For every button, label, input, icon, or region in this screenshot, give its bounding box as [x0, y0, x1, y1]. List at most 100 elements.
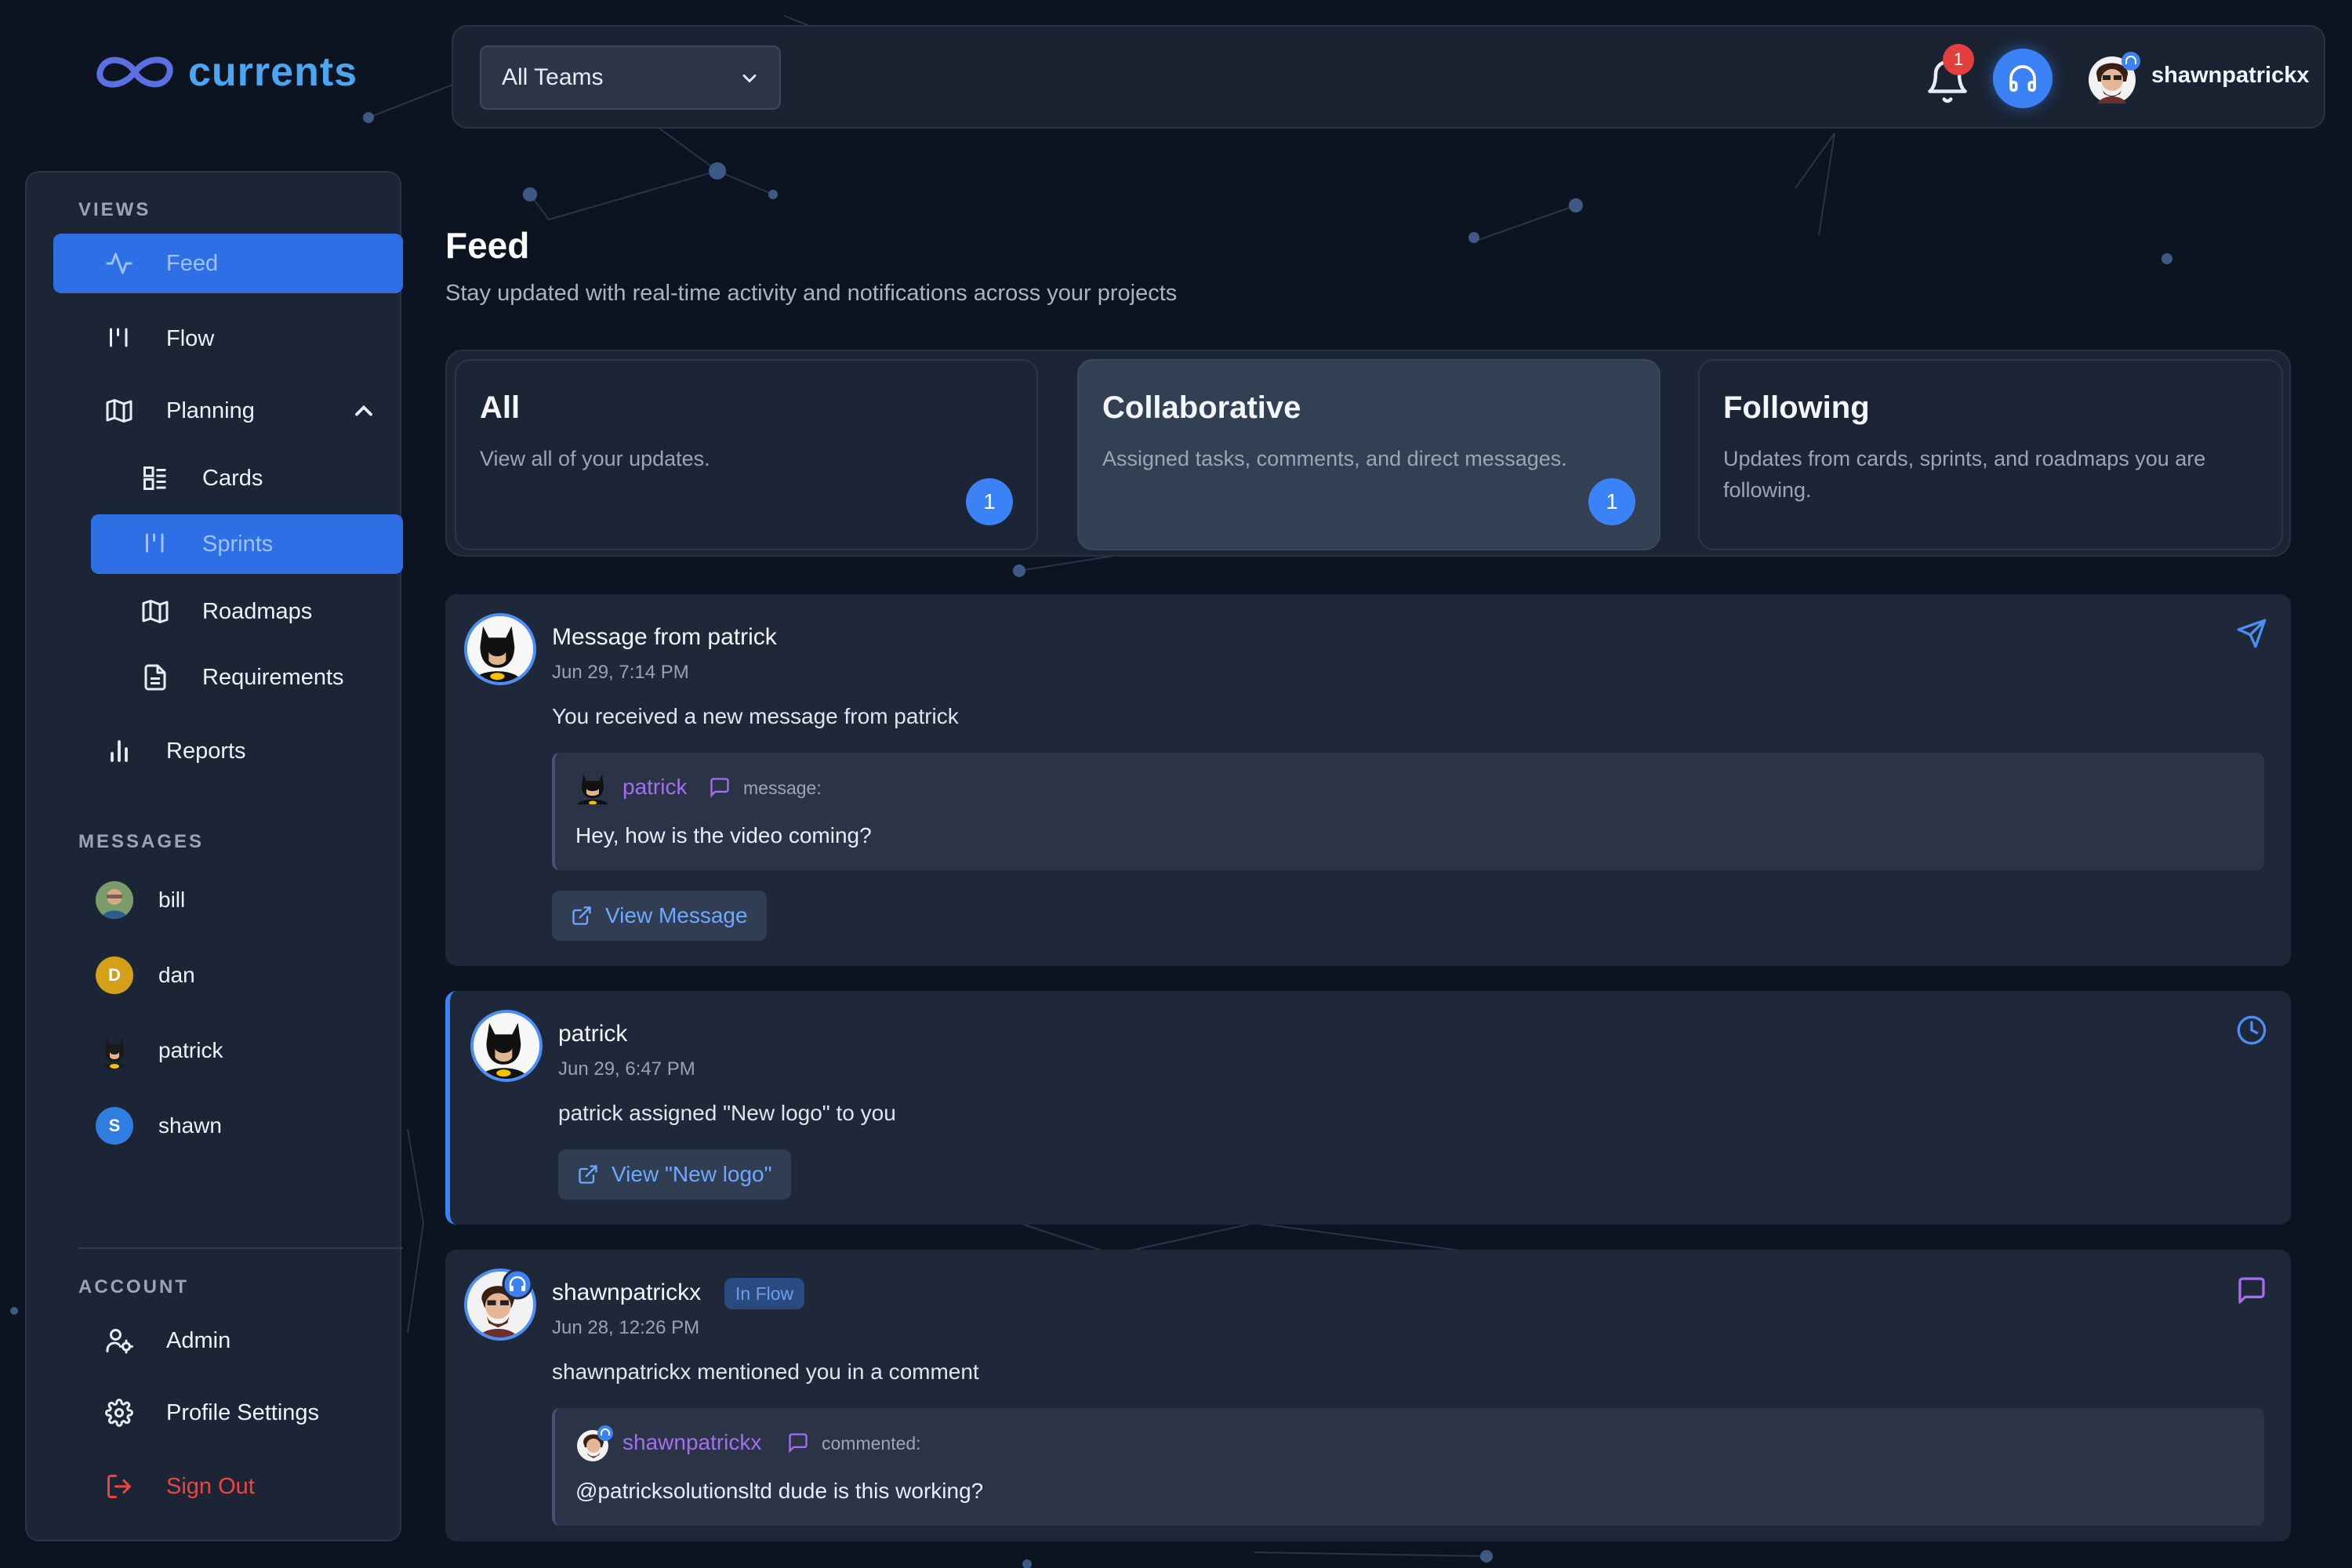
chevron-down-icon — [742, 74, 757, 83]
headphones-icon — [502, 1269, 533, 1300]
document-icon — [140, 662, 171, 693]
bar-chart-icon — [103, 735, 135, 767]
sidebar-item-label: Flow — [166, 325, 215, 351]
map-icon — [103, 395, 135, 426]
sidebar-item-label: Admin — [166, 1327, 231, 1353]
sidebar-item-profile-settings[interactable]: Profile Settings — [53, 1383, 403, 1443]
comment-quote: shawnpatrickx commented: @patricksolutio… — [552, 1408, 2264, 1526]
notification-badge: 1 — [1943, 44, 1974, 75]
message-contact-name: bill — [158, 887, 186, 912]
filter-title: Following — [1723, 390, 1870, 425]
sidebar-item-label: Roadmaps — [202, 598, 313, 624]
top-bar: All Teams 1 shawnpatrickx — [452, 25, 2325, 129]
currents-logo-icon — [96, 56, 173, 88]
feed-item[interactable]: shawnpatrickx In Flow Jun 28, 12:26 PM s… — [445, 1250, 2291, 1541]
comment-icon — [789, 1433, 808, 1454]
action-label: View "New logo" — [612, 1162, 772, 1186]
count-badge: 1 — [1588, 478, 1635, 525]
user-gear-icon — [103, 1325, 135, 1356]
external-link-icon — [579, 1165, 597, 1184]
feed-item-title: shawnpatrickx — [552, 1279, 702, 1305]
avatar: S — [96, 1107, 133, 1145]
filter-card-collaborative[interactable]: Collaborative Assigned tasks, comments, … — [1077, 359, 1661, 550]
avatar — [577, 775, 608, 804]
sidebar-item-admin[interactable]: Admin — [53, 1311, 403, 1370]
avatar — [464, 613, 536, 685]
sidebar-item-reports[interactable]: Reports — [53, 721, 403, 781]
page-subtitle: Stay updated with real-time activity and… — [445, 281, 1178, 306]
sidebar-item-label: Requirements — [202, 664, 344, 690]
feed-item-title: patrick — [558, 1021, 628, 1047]
sidebar: VIEWS Feed Flow Planning Cards Sprints R… — [25, 171, 403, 1541]
status-badge: In Flow — [724, 1278, 805, 1309]
flow-mode-button[interactable] — [1993, 49, 2053, 108]
sidebar-item-label: Cards — [202, 465, 263, 491]
page-title: Feed — [445, 225, 530, 266]
username[interactable]: shawnpatrickx — [2151, 63, 2309, 89]
avatar — [96, 1032, 133, 1069]
sidebar-item-flow[interactable]: Flow — [53, 309, 403, 368]
user-avatar[interactable] — [2085, 50, 2140, 105]
feed-item[interactable]: patrick Jun 29, 6:47 PM patrick assigned… — [445, 991, 2291, 1225]
message-item-dan[interactable]: D dan — [71, 952, 195, 999]
flow-icon — [103, 323, 135, 354]
comment-icon — [2238, 1277, 2265, 1304]
message-item-shawn[interactable]: S shawn — [71, 1102, 222, 1149]
avatar: D — [96, 956, 133, 994]
sidebar-item-planning[interactable]: Planning — [53, 381, 403, 441]
message-quote: patrick message: Hey, how is the video c… — [552, 753, 2264, 870]
message-contact-name: shawn — [158, 1113, 222, 1138]
gear-icon — [103, 1397, 135, 1428]
feed-item-time: Jun 28, 12:26 PM — [552, 1317, 700, 1338]
message-item-patrick[interactable]: patrick — [71, 1027, 223, 1074]
feed-item-title: Message from patrick — [552, 624, 777, 650]
filter-description: Updates from cards, sprints, and roadmap… — [1723, 447, 2206, 502]
feed-item-text: patrick assigned "New logo" to you — [558, 1101, 896, 1125]
quote-author[interactable]: patrick — [622, 775, 687, 800]
feed-item-time: Jun 29, 6:47 PM — [558, 1058, 695, 1080]
feed-filter-group: All View all of your updates. 1 Collabor… — [445, 350, 2291, 557]
quote-kind: message: — [743, 778, 822, 798]
action-label: View Message — [605, 903, 748, 927]
feed-item[interactable]: Message from patrick Jun 29, 7:14 PM You… — [445, 594, 2291, 966]
feed-item-time: Jun 29, 7:14 PM — [552, 662, 689, 683]
sidebar-item-label: Sprints — [202, 531, 274, 557]
sidebar-item-feed[interactable]: Feed — [53, 234, 403, 293]
team-select-value: All Teams — [502, 64, 604, 90]
avatar — [96, 881, 133, 919]
sidebar-item-label: Reports — [166, 738, 246, 764]
filter-description: Assigned tasks, comments, and direct mes… — [1102, 447, 1567, 470]
message-contact-name: dan — [158, 963, 195, 987]
filter-description: View all of your updates. — [480, 447, 710, 470]
team-select[interactable]: All Teams — [480, 45, 781, 110]
map-icon — [140, 596, 171, 627]
sidebar-divider — [78, 1247, 403, 1249]
headphones-icon — [2009, 65, 2036, 92]
sidebar-item-sprints[interactable]: Sprints — [91, 514, 403, 574]
sidebar-item-cards[interactable]: Cards — [91, 448, 403, 508]
views-section-label: VIEWS — [78, 199, 151, 220]
logo-text: currents — [188, 49, 358, 95]
comment-icon — [710, 778, 729, 798]
count-badge: 1 — [966, 478, 1013, 525]
message-item-bill[interactable]: bill — [71, 877, 185, 924]
quote-author[interactable]: shawnpatrickx — [622, 1430, 761, 1455]
sidebar-item-requirements[interactable]: Requirements — [91, 648, 403, 707]
sidebar-item-label: Sign Out — [166, 1473, 255, 1499]
view-card-button[interactable]: View "New logo" — [558, 1149, 791, 1200]
account-section-label: ACCOUNT — [78, 1276, 189, 1298]
send-icon — [2237, 619, 2267, 648]
clock-icon — [2237, 1015, 2267, 1045]
feed-item-text: shawnpatrickx mentioned you in a comment — [552, 1359, 979, 1384]
view-message-button[interactable]: View Message — [552, 891, 767, 941]
sidebar-item-roadmaps[interactable]: Roadmaps — [91, 582, 403, 641]
sign-out-icon — [103, 1471, 135, 1502]
quote-text: Hey, how is the video coming? — [575, 823, 872, 848]
filter-title: Collaborative — [1102, 390, 1301, 425]
sidebar-item-sign-out[interactable]: Sign Out — [53, 1457, 403, 1516]
app-logo[interactable]: currents — [93, 44, 358, 100]
filter-card-following[interactable]: Following Updates from cards, sprints, a… — [1698, 359, 2283, 550]
sidebar-item-label: Planning — [166, 397, 255, 423]
filter-card-all[interactable]: All View all of your updates. 1 — [455, 359, 1038, 550]
chevron-up-icon[interactable] — [350, 397, 378, 425]
